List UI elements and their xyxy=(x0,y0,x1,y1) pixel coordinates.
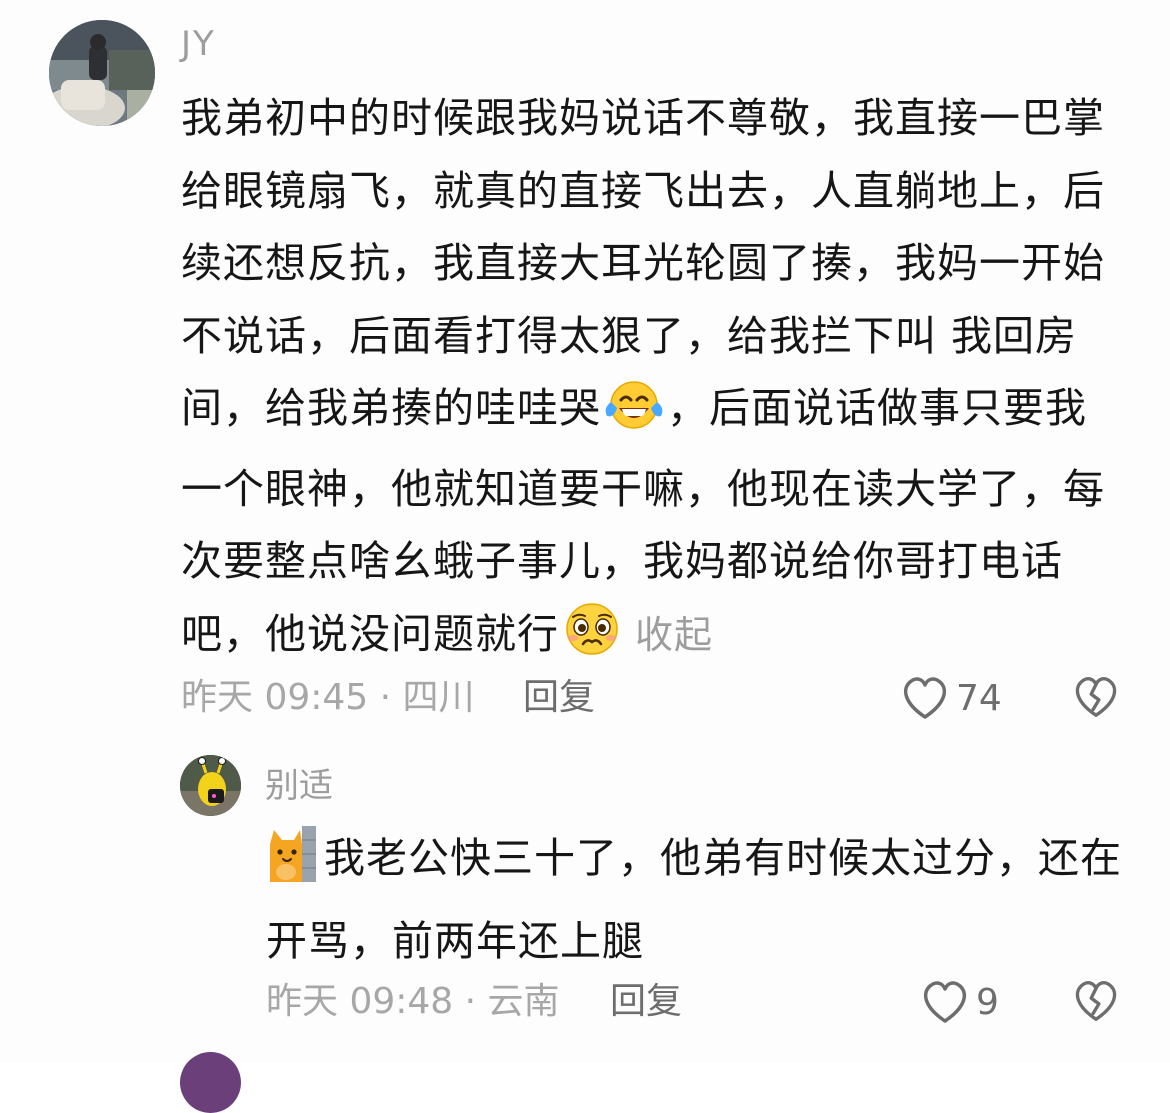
reply-text: 我老公快三十了，他弟有时候太过分，还在开骂，前两年还上腿 xyxy=(266,822,1126,977)
reply-reply-button[interactable]: 回复 xyxy=(610,976,682,1028)
heart-icon xyxy=(923,981,967,1023)
heart-icon xyxy=(903,677,947,719)
user-photo-avatar-icon xyxy=(49,20,155,126)
comment-username[interactable]: JY xyxy=(181,22,216,66)
comment-text: 我弟初中的时候跟我妈说话不尊敬，我直接一巴掌给眼镜扇飞，就真的直接飞出去，人直躺… xyxy=(181,82,1121,678)
snail-avatar-icon xyxy=(180,755,241,816)
reply-like-button[interactable]: 9 xyxy=(920,977,999,1027)
laughing-tears-emoji-icon xyxy=(603,378,665,453)
reply-user-avatar[interactable] xyxy=(180,755,241,816)
like-count: 74 xyxy=(956,677,1002,719)
reply-dislike-button[interactable] xyxy=(1072,977,1120,1025)
reply-text-content: 我老公快三十了，他弟有时候太过分，还在开骂，前两年还上腿 xyxy=(266,834,1122,965)
like-button[interactable]: 74 xyxy=(900,673,1002,723)
collapse-link[interactable]: 收起 xyxy=(635,613,713,657)
cat-peeking-emoji-icon xyxy=(266,826,318,905)
reply-username[interactable]: 别适 xyxy=(265,764,333,808)
broken-heart-icon xyxy=(1075,677,1117,717)
user-avatar[interactable] xyxy=(49,20,155,126)
reply-button[interactable]: 回复 xyxy=(523,672,595,724)
reply-meta: 昨天 09:48 · 云南 xyxy=(266,981,560,1022)
pleading-emoji-icon xyxy=(561,600,623,679)
broken-heart-icon xyxy=(1075,981,1117,1021)
reply-like-count: 9 xyxy=(976,981,999,1023)
comment-meta: 昨天 09:45 · 四川 xyxy=(181,677,475,718)
comment-thread: JY 我弟初中的时候跟我妈说话不尊敬，我直接一巴掌给眼镜扇飞，就真的直接飞出去，… xyxy=(0,0,1170,1113)
dislike-button[interactable] xyxy=(1072,673,1120,721)
next-reply-avatar[interactable] xyxy=(180,1052,241,1113)
